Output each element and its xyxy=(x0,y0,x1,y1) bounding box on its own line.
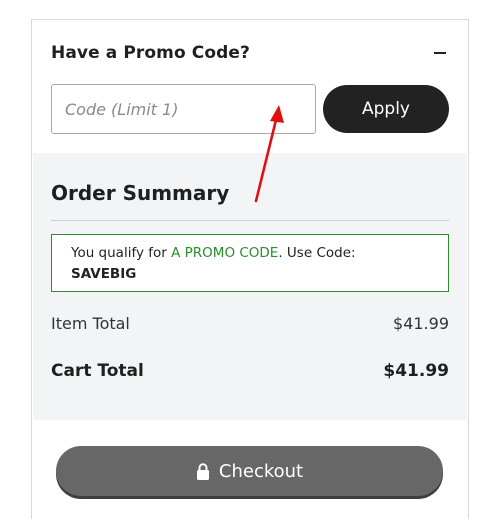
promo-notice-suffix: . Use Code: xyxy=(278,245,356,261)
apply-button[interactable]: Apply xyxy=(323,85,449,133)
promo-notice-highlight: A PROMO CODE xyxy=(171,245,279,261)
cart-total-value: $41.99 xyxy=(383,361,449,381)
item-total-value: $41.99 xyxy=(393,313,449,333)
promo-notice-code: SAVEBIG xyxy=(71,266,137,282)
order-summary: Order Summary You qualify for A PROMO CO… xyxy=(33,153,467,420)
promo-code-input[interactable] xyxy=(51,84,316,134)
item-total-row: Item Total $41.99 xyxy=(51,312,449,334)
cart-total-row: Cart Total $41.99 xyxy=(51,359,449,383)
order-summary-title: Order Summary xyxy=(51,181,230,205)
cart-total-label: Cart Total xyxy=(51,361,144,381)
item-total-label: Item Total xyxy=(51,313,130,333)
collapse-promo-button[interactable] xyxy=(431,44,449,62)
promo-notice: You qualify for A PROMO CODE. Use Code: … xyxy=(51,234,449,292)
checkout-label: Checkout xyxy=(218,460,304,482)
summary-divider xyxy=(51,220,449,221)
minus-icon xyxy=(434,52,446,54)
checkout-button[interactable]: Checkout xyxy=(56,446,443,496)
promo-notice-prefix: You qualify for xyxy=(71,245,172,261)
lock-icon xyxy=(196,462,209,480)
cart-panel: Have a Promo Code? Apply Order Summary Y… xyxy=(31,19,469,519)
promo-header: Have a Promo Code? xyxy=(51,41,449,65)
promo-form: Apply xyxy=(51,84,449,134)
promo-title: Have a Promo Code? xyxy=(51,43,250,63)
